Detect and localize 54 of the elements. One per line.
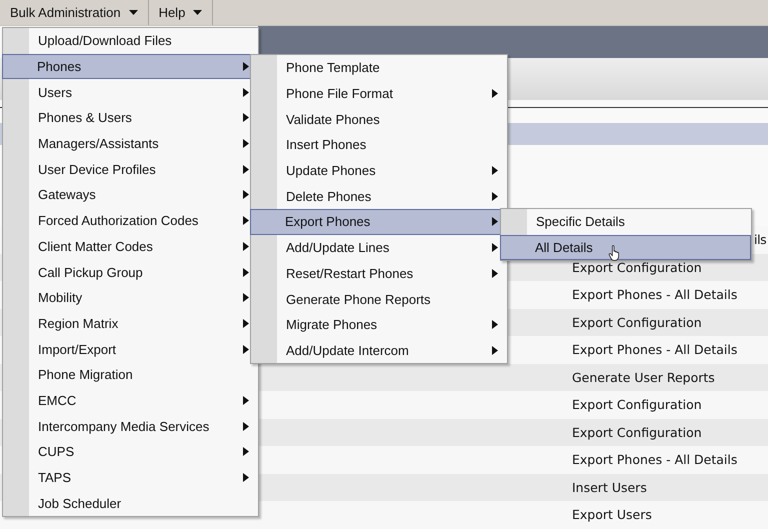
table-cell: Export Configuration: [572, 314, 702, 330]
submenu-arrow-icon: [492, 346, 498, 355]
submenu-arrow-icon: [492, 320, 498, 330]
submenu-arrow-icon: [243, 396, 249, 405]
submenu-arrow-icon: [243, 422, 249, 431]
submenu-arrow-icon: [492, 217, 498, 226]
menu-item[interactable]: Phone Migration: [3, 362, 258, 388]
menu-item[interactable]: Phone File Format: [251, 80, 507, 106]
table-cell: Export Phones - All Details: [572, 452, 738, 468]
submenu-arrow-icon: [243, 447, 249, 456]
menubar-item[interactable]: Bulk Administration: [0, 0, 149, 25]
submenu-arrow-icon: [243, 164, 249, 174]
menu-item[interactable]: EMCC: [3, 388, 258, 414]
submenu-arrow-icon: [492, 268, 498, 278]
dropdown-caret-icon: [193, 10, 202, 15]
menu-item[interactable]: Insert Phones: [251, 132, 507, 158]
table-cell: Export Users: [572, 507, 652, 522]
submenu-arrow-icon: [243, 293, 249, 302]
menu-item[interactable]: Migrate Phones: [251, 312, 507, 338]
menu-item[interactable]: Reset/Restart Phones: [251, 260, 507, 286]
menu-item[interactable]: Job Scheduler: [3, 490, 258, 516]
submenu-arrow-icon: [243, 62, 249, 72]
menu-item[interactable]: Intercompany Media Services: [3, 413, 258, 439]
table-cell: Export Phones - All Details: [572, 287, 738, 302]
submenu-arrow-icon: [243, 216, 249, 226]
table-cell: Generate User Reports: [572, 370, 715, 385]
menu-item[interactable]: Validate Phones: [251, 106, 507, 132]
menu-item[interactable]: All Details: [500, 234, 751, 260]
submenu-arrow-icon: [492, 192, 498, 201]
table-cell: Export Configuration: [572, 260, 702, 275]
menubar-item[interactable]: Help: [148, 0, 214, 25]
submenu-arrow-icon: [243, 344, 249, 354]
submenu-arrow-icon: [243, 268, 249, 277]
submenu-arrow-icon: [243, 139, 249, 148]
table-cell: Export Configuration: [572, 397, 702, 412]
submenu-arrow-icon: [243, 190, 249, 200]
table-cell: Insert Users: [572, 480, 647, 495]
menu-item[interactable]: TAPS: [3, 464, 258, 490]
submenu-arrow-icon: [243, 242, 249, 251]
dropdown-caret-icon: [128, 10, 138, 15]
menu-item[interactable]: Upload/Download Files: [3, 28, 258, 54]
hand-pointer-icon: [608, 245, 622, 261]
submenu-arrow-icon: [243, 113, 249, 122]
submenu-arrow-icon: [243, 88, 249, 97]
submenu-arrow-icon: [492, 166, 498, 176]
menu-item[interactable]: CUPS: [3, 439, 258, 465]
submenu-arrow-icon: [492, 243, 498, 252]
table-cell: Export Phones - All Details: [572, 342, 738, 358]
submenu-arrow-icon: [243, 473, 249, 482]
table-cell: Export Configuration: [572, 424, 702, 440]
table-cell: ils: [754, 232, 766, 248]
submenu-arrow-icon: [492, 89, 498, 98]
menu-item[interactable]: Generate Phone Reports: [251, 286, 507, 312]
submenu-arrow-icon: [243, 318, 249, 328]
